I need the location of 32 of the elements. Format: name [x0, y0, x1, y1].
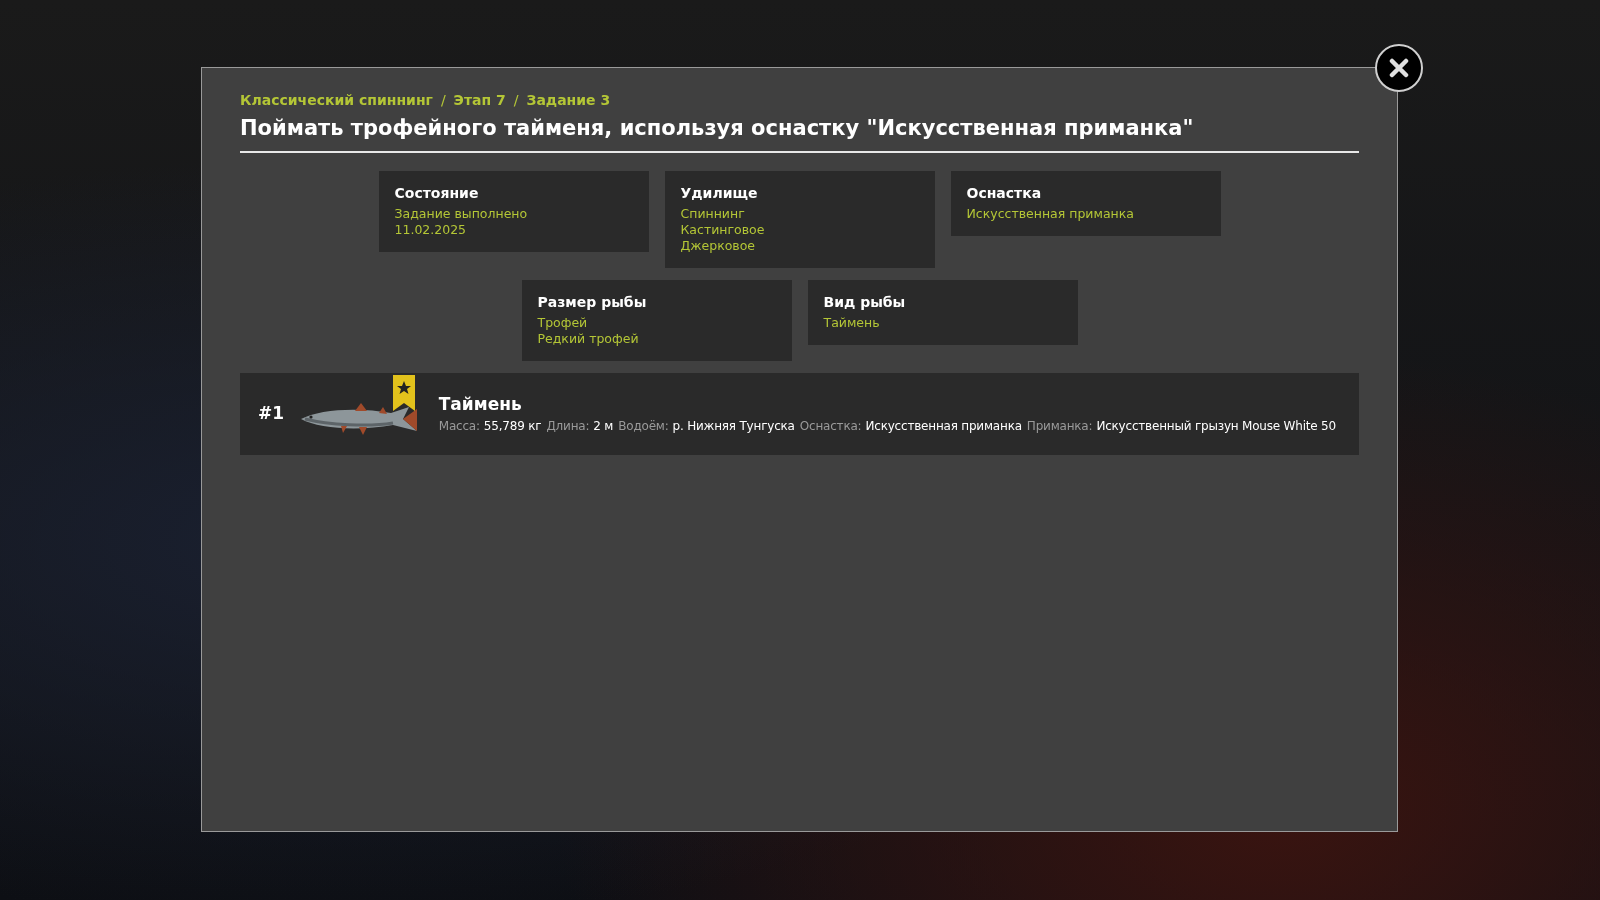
detail-label: Длина:	[546, 419, 590, 434]
detail-value: р. Нижняя Тунгуска	[672, 419, 795, 434]
condition-title: Размер рыбы	[537, 292, 648, 312]
condition-value: 11.02.2025	[394, 221, 468, 238]
detail-value: Искусственный грызун Mouse White 50	[1096, 419, 1336, 434]
condition-value: Трофей	[537, 314, 589, 331]
condition-title: Удилище	[680, 183, 759, 203]
quest-title: Поймать трофейного тайменя, используя оснастку "Искусственная приманка"	[240, 113, 1359, 153]
condition-title: Состояние	[394, 183, 480, 203]
condition-value: Джерковое	[680, 237, 757, 254]
detail-label: Оснастка:	[799, 419, 862, 434]
detail-label: Масса:	[438, 419, 480, 434]
detail-label: Водоём:	[618, 419, 669, 434]
condition-value: Редкий трофей	[537, 330, 640, 347]
condition-value: Спиннинг	[680, 205, 746, 222]
condition-value: Таймень	[823, 314, 881, 331]
breadcrumb-item[interactable]: Классический спиннинг	[240, 92, 433, 108]
detail-value: 55,789 кг	[483, 419, 542, 434]
breadcrumb-item[interactable]: Задание 3	[526, 92, 611, 108]
detail-value: 2 м	[593, 419, 614, 434]
detail-label: Приманка:	[1026, 419, 1093, 434]
breadcrumb-item[interactable]: Этап 7	[453, 92, 506, 108]
fish-name: Таймень	[438, 392, 523, 416]
breadcrumb-separator: /	[440, 92, 446, 108]
condition-value: Искусственная приманка	[966, 205, 1135, 222]
condition-title: Оснастка	[966, 183, 1043, 203]
condition-title: Вид рыбы	[823, 292, 907, 312]
catch-rank: #1	[258, 401, 286, 425]
detail-value: Искусственная приманка	[865, 419, 1022, 434]
condition-value: Кастинговое	[680, 221, 766, 238]
breadcrumb-separator: /	[513, 92, 519, 108]
condition-value: Задание выполнено	[394, 205, 529, 222]
